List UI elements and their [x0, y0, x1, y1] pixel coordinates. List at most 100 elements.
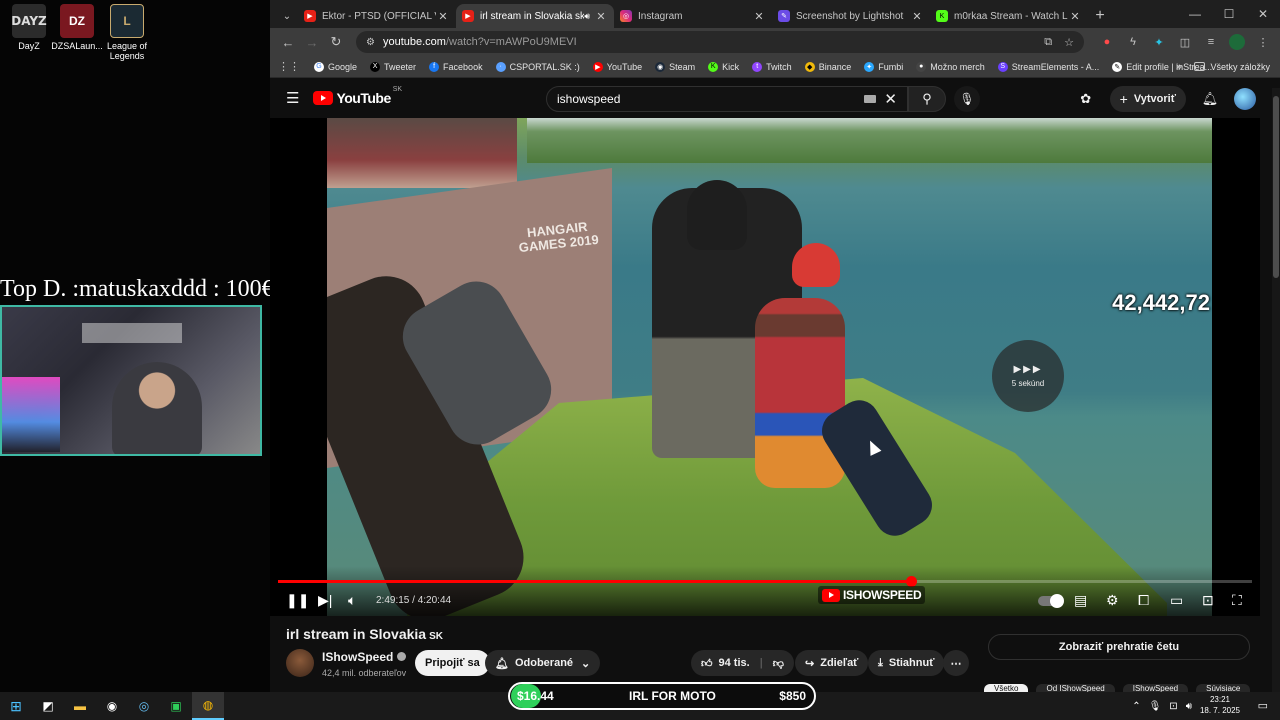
steam-icon[interactable]: ◎: [128, 692, 160, 720]
tab-lightshot[interactable]: ✎ Screenshot by Lightshot ✕: [772, 4, 930, 28]
notifications-icon[interactable]: ▭: [1258, 699, 1268, 712]
donation-progress: $16.44: [511, 684, 554, 708]
extension-adblock-icon[interactable]: ●: [1096, 31, 1118, 53]
channel-avatar[interactable]: [286, 649, 314, 677]
obs-icon[interactable]: ◉: [96, 692, 128, 720]
download-button[interactable]: ⤓ Stiahnuť: [868, 650, 945, 676]
bookmark-item[interactable]: t Twitch: [752, 61, 792, 72]
bookmark-item[interactable]: ◉ Steam: [655, 61, 695, 72]
menu-hamburger-icon[interactable]: ☰: [286, 89, 299, 107]
address-bar[interactable]: ⚙︎ youtube.com /watch?v=mAWPoU9MEVI ⧉ ☆: [356, 31, 1084, 53]
tray-overflow-icon[interactable]: ⌃: [1132, 701, 1140, 712]
video-player[interactable]: HANGAIR GAMES 2019 42,442,72 ▶▶▶ 5 sekún…: [270, 118, 1260, 616]
bookmarks-overflow-icon[interactable]: »: [1176, 61, 1182, 73]
extensions-puzzle-icon[interactable]: ◫: [1174, 31, 1196, 53]
theater-mode-icon[interactable]: ▭: [1170, 592, 1183, 609]
tab-audio-icon[interactable]: 🔊︎: [584, 11, 590, 22]
csportal-icon: ·: [495, 61, 506, 72]
microphone-icon[interactable]: 🎙︎: [1149, 701, 1162, 712]
search-icon: ⚲: [922, 91, 932, 106]
media-control-icon[interactable]: ≡: [1200, 31, 1222, 53]
search-button[interactable]: ⚲: [908, 86, 946, 112]
bookmark-item[interactable]: f Facebook: [429, 61, 483, 72]
settings-gear-icon[interactable]: ⚙︎: [1106, 592, 1119, 609]
channel-name[interactable]: IShowSpeed: [322, 650, 393, 664]
pause-icon[interactable]: ❚❚: [286, 592, 309, 609]
volume-icon[interactable]: 🔈︎: [348, 592, 356, 609]
tab-close-icon[interactable]: ✕: [1068, 10, 1082, 23]
tab-close-icon[interactable]: ✕: [594, 10, 608, 23]
fullscreen-icon[interactable]: ⛶: [1232, 592, 1242, 609]
extension-translate-icon[interactable]: ✦: [1148, 31, 1170, 53]
join-button[interactable]: Pripojiť sa: [415, 650, 490, 676]
maximize-icon[interactable]: ☐: [1212, 7, 1246, 21]
autoplay-toggle[interactable]: [1038, 594, 1064, 608]
cast-icon[interactable]: ⊡: [1202, 592, 1214, 609]
page-scrollbar[interactable]: [1272, 88, 1280, 692]
forward-icon[interactable]: →: [300, 30, 324, 54]
channel-watermark[interactable]: ISHOWSPEED: [818, 586, 926, 604]
tab-close-icon[interactable]: ✕: [436, 10, 450, 23]
video-frame[interactable]: HANGAIR GAMES 2019 42,442,72: [327, 118, 1212, 616]
bookmark-item[interactable]: K Kick: [708, 61, 739, 72]
back-icon[interactable]: ←: [276, 30, 300, 54]
clear-search-icon[interactable]: ✕: [884, 90, 897, 108]
tab-instagram[interactable]: ◎ Instagram ✕: [614, 4, 772, 28]
search-input[interactable]: ishowspeed ✕: [546, 86, 908, 112]
reload-icon[interactable]: ↻: [324, 30, 348, 54]
start-windows-icon[interactable]: ⊞: [0, 692, 32, 720]
keyboard-icon[interactable]: [864, 95, 877, 103]
tab-irl-stream[interactable]: ▶ irl stream in Slovakia sk - YouTube 🔊︎…: [456, 4, 614, 28]
bookmark-item[interactable]: · CSPORTAL.SK :): [495, 61, 580, 72]
bookmark-item[interactable]: ▶ YouTube: [592, 61, 642, 72]
site-info-icon[interactable]: ⚙︎: [366, 37, 375, 48]
new-tab-icon[interactable]: +: [1088, 4, 1112, 28]
create-button[interactable]: + Vytvoriť: [1109, 86, 1186, 112]
progress-bar[interactable]: [278, 576, 1252, 587]
chrome-menu-icon[interactable]: ⋮: [1252, 31, 1274, 53]
all-bookmarks-button[interactable]: Všetky záložky: [1194, 62, 1270, 72]
close-window-icon[interactable]: ✕: [1246, 7, 1280, 21]
bookmark-item[interactable]: ● Možno merch: [916, 61, 985, 72]
more-actions-icon[interactable]: ⋯: [943, 650, 969, 676]
bookmark-item[interactable]: X Tweeter: [370, 61, 416, 72]
desktop-app-icon[interactable]: ◩: [32, 692, 64, 720]
thumbs-down-icon[interactable]: 👎︎: [773, 657, 784, 670]
bookmark-item[interactable]: ◆ Binance: [804, 61, 851, 72]
notifications-bell-icon[interactable]: 🔔︎: [1198, 87, 1222, 111]
voice-search-icon[interactable]: 🎙︎: [954, 86, 980, 112]
clock[interactable]: 23:21 18. 7. 2025: [1200, 694, 1240, 716]
file-explorer-icon[interactable]: ▬: [64, 692, 96, 720]
bookmark-item[interactable]: S StreamElements - A...: [997, 61, 1099, 72]
desktop-icon-league-of-legends[interactable]: L League of Legends: [98, 4, 156, 61]
show-chat-replay-button[interactable]: Zobraziť prehratie četu: [988, 634, 1250, 660]
tab-close-icon[interactable]: ✕: [910, 10, 924, 23]
like-button[interactable]: 👍︎ 94 tis. | 👎︎: [691, 650, 794, 676]
bookmark-item[interactable]: G Google: [314, 61, 357, 72]
tab-kick[interactable]: K m0rkaa Stream - Watch Live on Kick ✕: [930, 4, 1088, 28]
tab-search-icon[interactable]: ⌄: [276, 4, 298, 28]
subscribed-button[interactable]: 🔔︎ Odoberané ⌄: [485, 650, 601, 676]
bookmark-item[interactable]: ✦ Fumbi: [864, 61, 903, 72]
miniplayer-icon[interactable]: ⧠: [1138, 592, 1149, 609]
speaker-icon[interactable]: 🔊︎: [1186, 701, 1192, 712]
scrollbar-thumb[interactable]: [1273, 96, 1279, 278]
extension-bolt-icon[interactable]: ϟ: [1122, 31, 1144, 53]
bookmark-star-icon[interactable]: ☆: [1064, 36, 1074, 49]
account-avatar[interactable]: [1234, 88, 1256, 110]
profile-avatar[interactable]: [1226, 31, 1248, 53]
extension-icon[interactable]: ✿: [1074, 87, 1098, 111]
app-green-icon[interactable]: ▣: [160, 692, 192, 720]
apps-grid-icon[interactable]: ⋮⋮: [278, 60, 300, 73]
bookmarks-bar: ⋮⋮ G Google X Tweeter f Facebook · CSPORTAL.…: [270, 56, 1280, 78]
youtube-logo[interactable]: YouTube SK: [313, 86, 402, 106]
minimize-icon[interactable]: —: [1178, 7, 1212, 21]
next-icon[interactable]: ▶︎|: [318, 592, 332, 609]
tab-ektor[interactable]: ▶ Ektor - PTSD (OFFICIAL VIDEO) ✕: [298, 4, 456, 28]
subtitles-icon[interactable]: ▤: [1074, 592, 1087, 609]
share-button[interactable]: ↪ Zdieľať: [795, 650, 869, 676]
chrome-icon[interactable]: ◍: [192, 692, 224, 720]
tab-close-icon[interactable]: ✕: [752, 10, 766, 23]
install-app-icon[interactable]: ⧉: [1044, 36, 1052, 49]
network-icon[interactable]: ⊡: [1169, 701, 1177, 712]
